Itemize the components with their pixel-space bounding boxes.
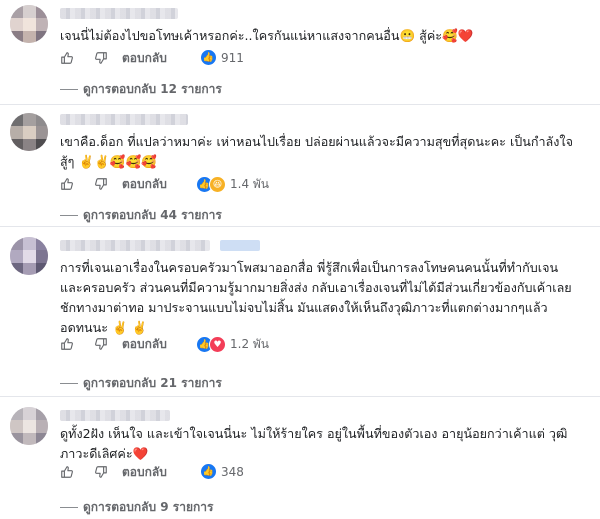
reaction-count[interactable]: 1.4 พัน xyxy=(230,175,269,194)
love-icon[interactable]: ♥ xyxy=(209,336,226,353)
reply-button[interactable]: ตอบกลับ xyxy=(122,175,167,194)
like-icon[interactable] xyxy=(60,337,74,351)
avatar[interactable] xyxy=(10,407,48,445)
view-replies-link[interactable]: ดูการตอบกลับ 21 รายการ xyxy=(60,374,222,393)
like-icon[interactable]: 👍 xyxy=(200,49,217,66)
reply-thread-line xyxy=(60,383,78,384)
reaction-count[interactable]: 348 xyxy=(221,465,244,479)
comment-text: การที่เจนเอาเรื่องในครอบครัวมาโพสมาออกสื… xyxy=(60,260,572,335)
comment-text: ดูทั้ง2ฝัง เห็นใจ และเข้าใจเจนนี่นะ ไม่ใ… xyxy=(60,426,568,461)
reply-button[interactable]: ตอบกลับ xyxy=(122,335,167,354)
like-icon[interactable] xyxy=(60,465,74,479)
comment: เจนนี่ไม่ต้องไปขอโทษเค้าหรอกค่ะ..ใครกันแ… xyxy=(0,0,600,104)
dislike-icon[interactable] xyxy=(94,337,108,351)
comment: เขาคือ.ด็อก ที่แปลว่าหมาค่ะ เห่าหอนไปเรื… xyxy=(0,106,600,224)
reaction-count[interactable]: 1.2 พัน xyxy=(230,335,269,354)
reply-button[interactable]: ตอบกลับ xyxy=(122,463,167,482)
dislike-icon[interactable] xyxy=(94,51,108,65)
author-name-blurred[interactable] xyxy=(60,240,210,251)
view-replies-link[interactable]: ดูการตอบกลับ 44 รายการ xyxy=(60,206,222,225)
like-icon[interactable] xyxy=(60,177,74,191)
like-icon[interactable]: 👍 xyxy=(200,463,217,480)
reply-thread-line xyxy=(60,215,78,216)
comment-text: เขาคือ.ด็อก ที่แปลว่าหมาค่ะ เห่าหอนไปเรื… xyxy=(60,134,573,169)
dislike-icon[interactable] xyxy=(94,465,108,479)
view-replies-link[interactable]: ดูการตอบกลับ 12 รายการ xyxy=(60,80,222,99)
divider xyxy=(0,396,600,397)
author-name-blurred[interactable] xyxy=(60,114,188,125)
avatar[interactable] xyxy=(10,237,48,275)
author-name-blurred[interactable] xyxy=(60,410,170,421)
reply-thread-line xyxy=(60,507,78,508)
comment: การที่เจนเอาเรื่องในครอบครัวมาโพสมาออกสื… xyxy=(0,228,600,398)
avatar[interactable] xyxy=(10,5,48,43)
badge-blurred xyxy=(220,240,260,251)
author-name-blurred[interactable] xyxy=(60,8,178,19)
divider xyxy=(0,104,600,105)
divider xyxy=(0,226,600,227)
comment-text: เจนนี่ไม่ต้องไปขอโทษเค้าหรอกค่ะ..ใครกันแ… xyxy=(60,28,474,43)
dislike-icon[interactable] xyxy=(94,177,108,191)
reply-button[interactable]: ตอบกลับ xyxy=(122,49,167,68)
comment: ดูทั้ง2ฝัง เห็นใจ และเข้าใจเจนนี่นะ ไม่ใ… xyxy=(0,398,600,519)
reply-thread-line xyxy=(60,89,78,90)
reaction-count[interactable]: 911 xyxy=(221,51,244,65)
view-replies-link[interactable]: ดูการตอบกลับ 9 รายการ xyxy=(60,498,213,517)
like-icon[interactable] xyxy=(60,51,74,65)
avatar[interactable] xyxy=(10,113,48,151)
haha-icon[interactable]: 😆 xyxy=(209,176,226,193)
